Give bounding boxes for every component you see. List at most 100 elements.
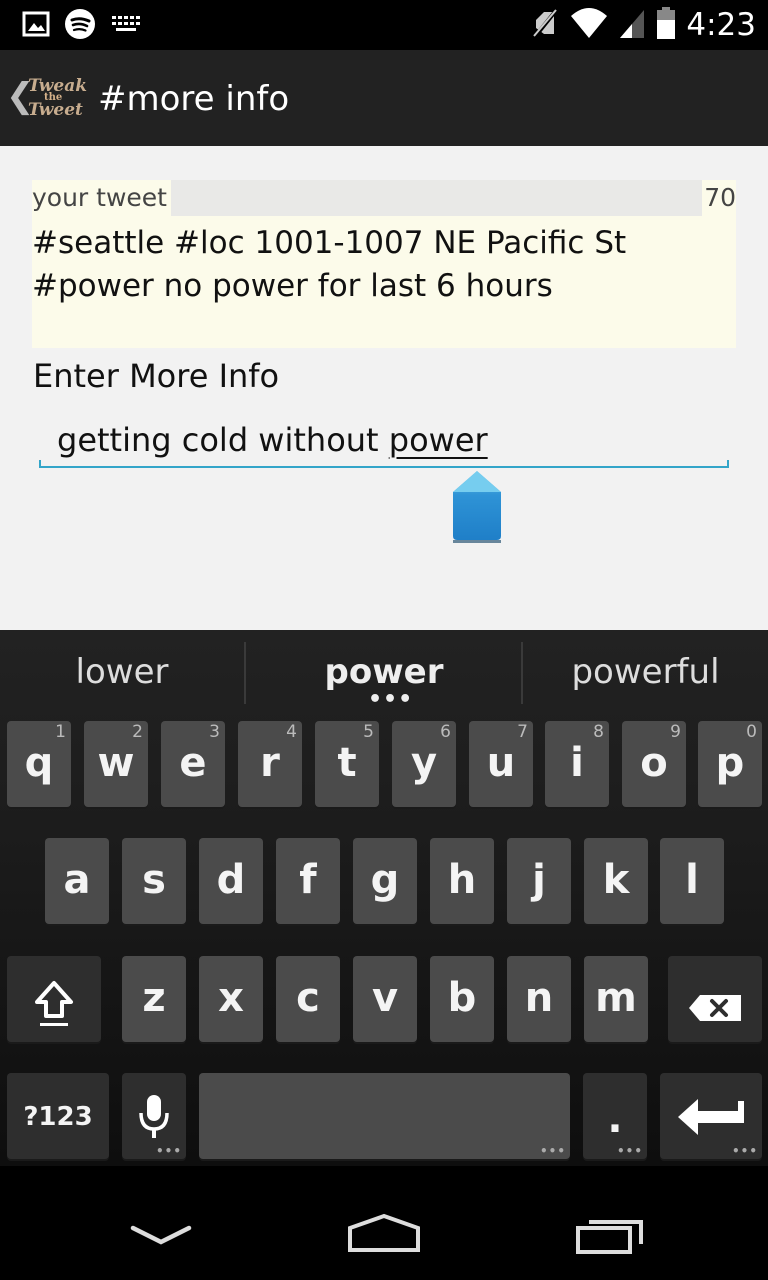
tweet-label: your tweet	[32, 180, 171, 216]
key-label: l	[685, 857, 699, 903]
tweet-text: #seattle #loc 1001-1007 NE Pacific St #p…	[32, 225, 627, 304]
key-g[interactable]: g	[353, 838, 417, 924]
tweet-char-count: 70	[704, 183, 736, 212]
voice-input-key[interactable]: •••	[122, 1073, 186, 1159]
key-q[interactable]: 1q	[7, 721, 71, 807]
key-p[interactable]: 0p	[698, 721, 762, 807]
key-z[interactable]: z	[122, 956, 186, 1042]
key-r[interactable]: 4r	[238, 721, 302, 807]
key-label: v	[371, 975, 399, 1021]
status-right: 4:23	[530, 6, 756, 44]
spotify-icon	[64, 8, 96, 44]
backspace-key[interactable]	[668, 956, 762, 1042]
key-label: h	[447, 857, 477, 903]
enter-key[interactable]: •••	[660, 1073, 762, 1159]
key-label: d	[216, 857, 246, 903]
more-dots: •••	[616, 1144, 643, 1158]
key-label: p	[715, 740, 745, 786]
key-a[interactable]: a	[45, 838, 109, 924]
input-underline	[39, 466, 729, 468]
more-dots: •••	[155, 1144, 182, 1158]
key-label: y	[410, 740, 438, 786]
key-label: u	[486, 740, 516, 786]
more-info-input[interactable]: getting cold without power	[39, 412, 729, 470]
navigation-bar	[0, 1166, 768, 1280]
key-i[interactable]: 8i	[545, 721, 609, 807]
input-text-prefix: getting cold without	[57, 421, 389, 459]
tweet-preview: your tweet 70 #seattle #loc 1001-1007 NE…	[32, 180, 736, 348]
key-label: x	[218, 975, 244, 1021]
input-tick-right	[727, 460, 729, 468]
suggestion-strip: lower power ••• powerful	[0, 630, 768, 716]
key-label: b	[447, 975, 477, 1021]
app-logo[interactable]: Tweak the Tweet	[28, 78, 88, 120]
key-label: m	[595, 975, 637, 1021]
key-s[interactable]: s	[122, 838, 186, 924]
key-label: w	[97, 740, 135, 786]
status-time: 4:23	[686, 7, 756, 43]
key-b[interactable]: b	[430, 956, 494, 1042]
key-d[interactable]: d	[199, 838, 263, 924]
page-title: #more info	[98, 79, 290, 119]
key-label: f	[299, 857, 317, 903]
key-label: z	[142, 975, 166, 1021]
key-m[interactable]: m	[584, 956, 648, 1042]
more-info-input-text[interactable]: getting cold without power	[57, 418, 488, 462]
image-icon	[22, 10, 50, 42]
key-h[interactable]: h	[430, 838, 494, 924]
action-bar: ❮ Tweak the Tweet #more info	[0, 50, 768, 146]
key-j[interactable]: j	[507, 838, 571, 924]
suggestion-right[interactable]: powerful	[523, 630, 768, 716]
mute-icon	[530, 6, 560, 44]
key-label: k	[602, 857, 630, 903]
recents-icon[interactable]	[575, 1214, 647, 1260]
input-tick-left	[39, 460, 41, 468]
key-o[interactable]: 9o	[622, 721, 686, 807]
key-label: i	[570, 740, 584, 786]
spacebar-key[interactable]: •••	[199, 1073, 570, 1159]
key-label: e	[179, 740, 207, 786]
soft-keyboard: lower power ••• powerful 1q 2w 3e 4r 5t …	[0, 630, 768, 1166]
battery-icon	[656, 6, 676, 44]
key-label: t	[337, 740, 357, 786]
status-left	[22, 8, 142, 44]
key-c[interactable]: c	[276, 956, 340, 1042]
key-e[interactable]: 3e	[161, 721, 225, 807]
key-n[interactable]: n	[507, 956, 571, 1042]
shift-key[interactable]	[7, 956, 101, 1042]
key-label: n	[524, 975, 554, 1021]
period-label: .	[607, 1096, 623, 1142]
period-key[interactable]: . •••	[583, 1073, 647, 1159]
key-k[interactable]: k	[584, 838, 648, 924]
key-u[interactable]: 7u	[469, 721, 533, 807]
key-y[interactable]: 6y	[392, 721, 456, 807]
key-w[interactable]: 2w	[84, 721, 148, 807]
wifi-icon	[570, 6, 608, 44]
key-f[interactable]: f	[276, 838, 340, 924]
key-label: r	[260, 740, 280, 786]
more-dots: •••	[731, 1144, 758, 1158]
home-icon[interactable]	[346, 1212, 422, 1258]
more-dots: •••	[539, 1144, 566, 1158]
key-l[interactable]: l	[660, 838, 724, 924]
input-text-composing: power	[388, 421, 488, 459]
back-down-icon[interactable]	[130, 1224, 192, 1250]
key-label: q	[24, 740, 54, 786]
logo-text-bottom: Tweet	[28, 100, 83, 120]
status-bar: 4:23	[0, 0, 768, 50]
suggestion-more-dots: •••	[368, 687, 414, 712]
key-label: j	[532, 857, 546, 903]
microphone-icon	[136, 1093, 172, 1151]
key-t[interactable]: 5t	[315, 721, 379, 807]
text-cursor-handle-icon[interactable]	[451, 470, 503, 544]
key-label: c	[296, 975, 320, 1021]
key-x[interactable]: x	[199, 956, 263, 1042]
keyboard-icon	[110, 12, 142, 40]
enter-arrow-icon	[676, 1097, 748, 1147]
suggestion-left[interactable]: lower	[0, 630, 244, 716]
key-label: a	[63, 857, 91, 903]
symbols-key[interactable]: ?123	[7, 1073, 109, 1159]
key-v[interactable]: v	[353, 956, 417, 1042]
key-label: o	[640, 740, 668, 786]
backspace-icon	[688, 986, 742, 1032]
